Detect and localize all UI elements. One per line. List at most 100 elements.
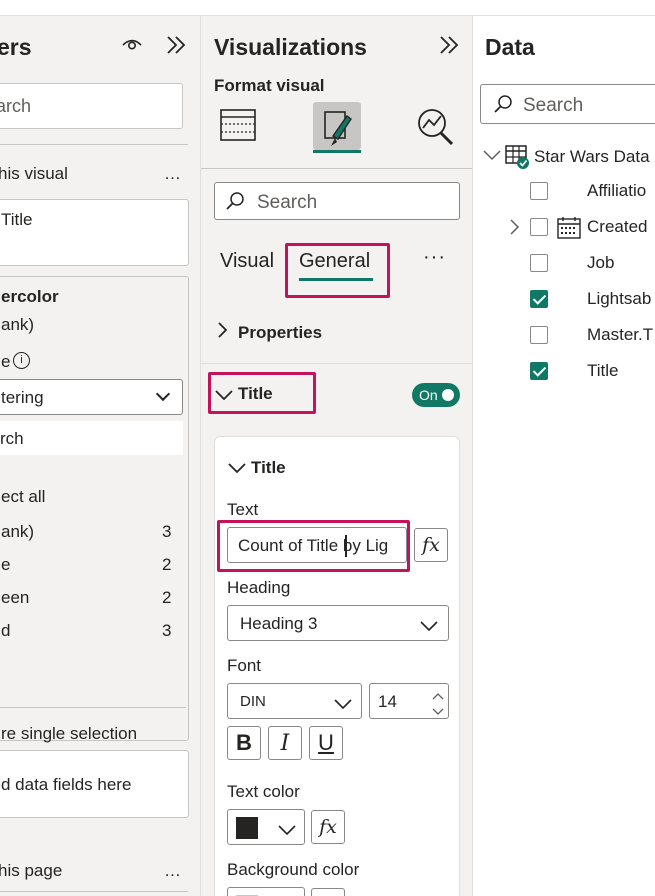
table-name[interactable]: Star Wars Data bbox=[534, 147, 650, 167]
divider bbox=[201, 363, 472, 364]
color-swatch bbox=[236, 817, 258, 839]
filter-item[interactable]: d3 bbox=[0, 619, 176, 645]
filter-item-count: 2 bbox=[162, 588, 172, 607]
properties-section[interactable]: Properties bbox=[238, 323, 322, 343]
field-item[interactable]: Created bbox=[473, 216, 655, 246]
build-visual-icon[interactable] bbox=[219, 106, 257, 144]
analytics-icon[interactable] bbox=[415, 106, 455, 146]
format-visual-icon[interactable] bbox=[313, 102, 361, 150]
filter-card-search[interactable]: rch bbox=[0, 421, 183, 455]
title-card-header[interactable]: Title bbox=[251, 458, 286, 478]
bold-button[interactable]: B bbox=[227, 726, 261, 760]
calendar-icon bbox=[557, 216, 581, 240]
search-icon bbox=[225, 191, 245, 211]
visualizations-pane: Visualizations Format visual Search Visu… bbox=[201, 16, 473, 896]
italic-icon: I bbox=[280, 730, 290, 756]
fx-button[interactable]: fx bbox=[414, 528, 448, 562]
filter-card-title[interactable]: Title bbox=[0, 199, 189, 266]
filter-card-field: Title bbox=[1, 210, 33, 229]
field-item[interactable]: Affiliatio bbox=[473, 180, 655, 210]
field-checkbox[interactable] bbox=[530, 326, 548, 344]
filters-on-page-label: his page bbox=[0, 861, 63, 880]
font-family-dropdown[interactable]: DIN bbox=[227, 683, 362, 719]
title-toggle[interactable]: On bbox=[412, 383, 460, 407]
filter-card-expanded[interactable]: ercolor ank) e i tering rch ect all ank)… bbox=[0, 276, 189, 744]
field-checkbox[interactable] bbox=[530, 182, 548, 200]
field-checkbox[interactable] bbox=[530, 362, 548, 380]
more-options-icon[interactable]: … bbox=[164, 861, 181, 881]
toggle-label: On bbox=[419, 387, 438, 403]
field-label: Created bbox=[587, 217, 648, 236]
filter-card-subtitle: ank) bbox=[1, 315, 35, 334]
field-checkbox[interactable] bbox=[530, 254, 548, 272]
require-single-selection-label[interactable]: re single selection bbox=[1, 724, 137, 744]
divider bbox=[0, 144, 188, 145]
bold-icon: B bbox=[236, 730, 252, 755]
field-item[interactable]: Master.T bbox=[473, 324, 655, 354]
field-label: Title bbox=[587, 361, 619, 380]
filters-search-input[interactable]: arch bbox=[0, 83, 183, 129]
heading-dropdown[interactable]: Heading 3 bbox=[227, 605, 449, 641]
filter-item[interactable]: een 2 bbox=[0, 586, 176, 612]
collapse-pane-icon[interactable] bbox=[439, 35, 461, 55]
viz-search-placeholder: Search bbox=[257, 192, 318, 213]
field-item[interactable]: Lightsab bbox=[473, 288, 655, 318]
search-icon bbox=[493, 94, 513, 114]
underline-button[interactable]: U bbox=[309, 726, 343, 760]
info-icon[interactable]: i bbox=[13, 352, 30, 369]
data-search-input[interactable]: Search bbox=[480, 84, 655, 124]
chevron-down-icon[interactable] bbox=[228, 461, 246, 474]
text-color-picker[interactable] bbox=[227, 809, 305, 845]
text-label: Text bbox=[227, 500, 259, 519]
font-size-stepper[interactable]: 14 bbox=[369, 683, 449, 719]
visualizations-pane-title: Visualizations bbox=[214, 34, 367, 60]
chevron-down-icon[interactable] bbox=[432, 704, 444, 715]
fx-button[interactable]: fx bbox=[311, 888, 345, 896]
chevron-right-icon[interactable] bbox=[217, 322, 229, 338]
chevron-down-icon bbox=[278, 823, 296, 836]
highlight-annotation bbox=[285, 243, 390, 298]
chevron-up-icon[interactable] bbox=[432, 688, 444, 700]
top-strip bbox=[0, 0, 655, 16]
collapse-pane-icon[interactable] bbox=[166, 35, 188, 55]
chevron-down-icon bbox=[334, 697, 352, 710]
title-format-card: Title Text Count of Title by Lig fx Head… bbox=[214, 436, 460, 896]
fx-button[interactable]: fx bbox=[311, 810, 345, 844]
filters-search-placeholder: arch bbox=[0, 96, 32, 116]
format-visual-label: Format visual bbox=[214, 76, 325, 95]
eye-icon[interactable] bbox=[122, 36, 142, 52]
background-color-picker[interactable] bbox=[227, 887, 305, 896]
filter-type-label: e bbox=[1, 352, 11, 371]
field-label: Job bbox=[587, 253, 615, 272]
filter-card-field-name: ercolor bbox=[1, 287, 59, 306]
filter-item[interactable]: e2 bbox=[0, 553, 176, 579]
chevron-right-icon[interactable] bbox=[509, 219, 521, 235]
field-label: Master.T bbox=[587, 325, 654, 344]
viz-search-input[interactable]: Search bbox=[214, 182, 460, 220]
divider bbox=[201, 168, 472, 169]
field-list: Affiliatio Created Job Lightsab Master.T Titl… bbox=[473, 180, 655, 410]
field-item[interactable]: Title bbox=[473, 360, 655, 390]
filters-pane-title: ers bbox=[0, 34, 32, 60]
add-data-fields-well[interactable]: d data fields here bbox=[0, 750, 189, 818]
more-options-icon[interactable]: ··· bbox=[423, 246, 446, 269]
filter-type-dropdown[interactable]: tering bbox=[0, 379, 183, 415]
more-options-icon[interactable]: … bbox=[164, 164, 181, 184]
filter-type-value: tering bbox=[1, 388, 44, 407]
font-size-value: 14 bbox=[378, 692, 397, 711]
chevron-down-icon[interactable] bbox=[483, 148, 501, 161]
field-checkbox[interactable] bbox=[530, 218, 548, 236]
italic-button[interactable]: I bbox=[268, 726, 302, 760]
divider bbox=[0, 707, 186, 708]
tab-visual[interactable]: Visual bbox=[220, 250, 274, 273]
filter-item-label: een bbox=[1, 588, 30, 607]
select-all-label[interactable]: ect all bbox=[1, 487, 45, 507]
toggle-knob bbox=[442, 389, 454, 401]
filter-item[interactable]: ank) 3 bbox=[0, 520, 176, 546]
heading-value: Heading 3 bbox=[240, 614, 318, 633]
text-color-label: Text color bbox=[227, 782, 300, 801]
field-item[interactable]: Job bbox=[473, 252, 655, 282]
field-checkbox[interactable] bbox=[530, 290, 548, 308]
font-family-value: DIN bbox=[240, 693, 266, 710]
data-pane-title: Data bbox=[485, 34, 535, 60]
